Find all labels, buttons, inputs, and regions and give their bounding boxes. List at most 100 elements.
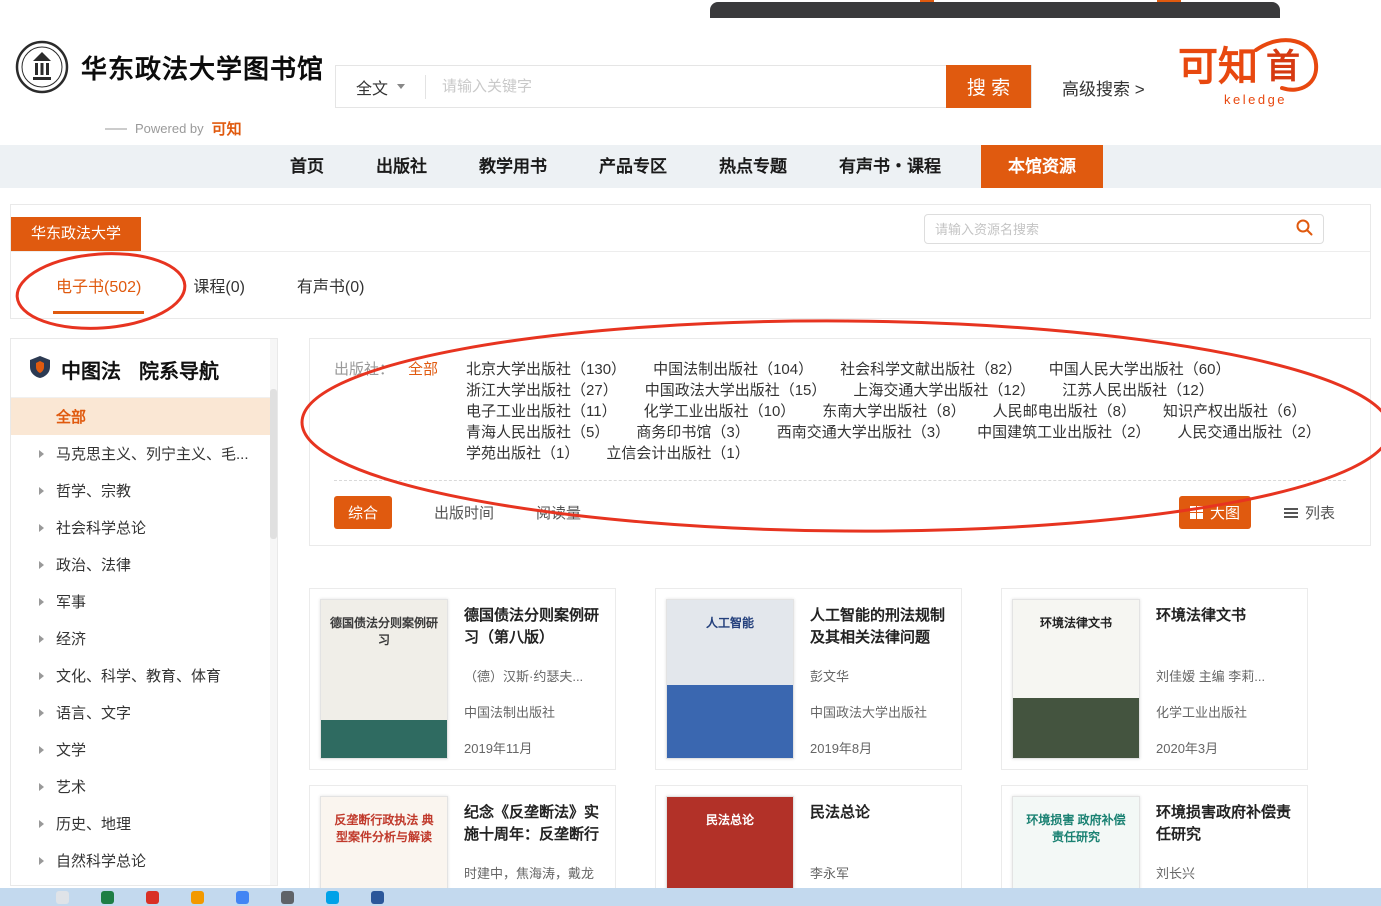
- book-cover: 德国债法分则案例研习: [320, 599, 448, 759]
- main-search-input[interactable]: [426, 66, 946, 107]
- publisher-filter-link[interactable]: 浙江大学出版社（27）: [466, 380, 618, 401]
- sidebar-tab-clc[interactable]: 中图法: [61, 355, 121, 384]
- sort-option[interactable]: 出版时间: [434, 496, 494, 529]
- publisher-filter-link[interactable]: 青海人民出版社（5）: [466, 422, 609, 443]
- book-grid: 德国债法分则案例研习 德国债法分则案例研习（第八版） （德）汉斯·约瑟夫... …: [309, 588, 1371, 906]
- sort-option[interactable]: 综合: [334, 496, 392, 529]
- caret-right-icon: [39, 857, 44, 865]
- book-cover-title: 人工智能: [667, 600, 793, 632]
- publisher-filter-link[interactable]: 知识产权出版社（6）: [1163, 401, 1306, 422]
- taskbar-app-icon[interactable]: [371, 891, 384, 904]
- sidebar-tab-departments[interactable]: 院系导航: [139, 355, 219, 384]
- advanced-search-link[interactable]: 高级搜索 >: [1062, 75, 1145, 100]
- resource-search-input[interactable]: [935, 222, 1295, 237]
- publisher-filter-link[interactable]: 人民交通出版社（2）: [1177, 422, 1320, 443]
- category-item[interactable]: 哲学、宗教: [11, 472, 277, 509]
- book-date: 2019年8月: [810, 738, 951, 757]
- search-icon[interactable]: [1295, 218, 1313, 241]
- sidebar-header: 中图法 院系导航: [11, 339, 277, 398]
- resource-type-tab[interactable]: 课程(0): [193, 273, 245, 297]
- taskbar-app-icon[interactable]: [101, 891, 114, 904]
- publisher-filter-link[interactable]: 社会科学文献出版社（82）: [840, 359, 1022, 380]
- sidebar-scrollbar-thumb[interactable]: [270, 389, 277, 539]
- view-list-button[interactable]: 列表: [1273, 496, 1346, 529]
- taskbar-app-icon[interactable]: [236, 891, 249, 904]
- taskbar-app-icon[interactable]: [326, 891, 339, 904]
- taskbar-app-icon[interactable]: [56, 891, 69, 904]
- category-item[interactable]: 艺术: [11, 768, 277, 805]
- book-cover-art: [1013, 698, 1139, 758]
- category-item[interactable]: 数理科学和化学: [11, 879, 277, 886]
- publisher-filter-link[interactable]: 人民邮电出版社（8）: [993, 401, 1136, 422]
- category-item-label: 社会科学总论: [56, 517, 146, 538]
- publisher-filter-link[interactable]: 中国人民大学出版社（60）: [1049, 359, 1231, 380]
- publisher-filter-link[interactable]: 上海交通大学出版社（12）: [853, 380, 1035, 401]
- taskbar-app-icon[interactable]: [191, 891, 204, 904]
- main-search-box: 全文 搜 索: [335, 65, 1032, 108]
- keledge-brand-logo: 可知 首 keledge: [1178, 34, 1320, 117]
- os-taskbar: [0, 888, 1381, 906]
- book-cover-title: 民法总论: [667, 797, 793, 829]
- sidebar-scrollbar[interactable]: [270, 339, 277, 885]
- book-cover-title: 反垄断行政执法 典型案件分析与解读: [321, 797, 447, 846]
- nav-item[interactable]: 有声书・课程: [827, 145, 953, 188]
- publisher-filter-link[interactable]: 化学工业出版社（10）: [644, 401, 796, 422]
- caret-right-icon: [39, 709, 44, 717]
- publisher-filter-link[interactable]: 江苏人民出版社（12）: [1062, 380, 1214, 401]
- resource-type-tab[interactable]: 有声书(0): [297, 273, 365, 297]
- category-item-label: 文学: [56, 739, 86, 760]
- category-item[interactable]: 军事: [11, 583, 277, 620]
- caret-right-icon: [39, 672, 44, 680]
- publisher-filter-link[interactable]: 东南大学出版社（8）: [822, 401, 965, 422]
- resource-type-tab[interactable]: 电子书(502): [56, 273, 141, 297]
- publisher-filter-link[interactable]: 学苑出版社（1）: [466, 443, 579, 464]
- keledge-logo-text: 可知: [1178, 45, 1258, 89]
- book-card[interactable]: 德国债法分则案例研习 德国债法分则案例研习（第八版） （德）汉斯·约瑟夫... …: [309, 588, 616, 770]
- category-item[interactable]: 文学: [11, 731, 277, 768]
- publisher-filter-link[interactable]: 中国建筑工业出版社（2）: [977, 422, 1150, 443]
- category-item[interactable]: 语言、文字: [11, 694, 277, 731]
- category-item[interactable]: 自然科学总论: [11, 842, 277, 879]
- book-cover-title: 环境法律文书: [1013, 600, 1139, 632]
- category-item[interactable]: 马克思主义、列宁主义、毛...: [11, 435, 277, 472]
- view-big-button[interactable]: 大图: [1179, 496, 1251, 529]
- book-title: 环境法律文书: [1156, 605, 1297, 649]
- nav-item[interactable]: 首页: [278, 145, 336, 188]
- publisher-filter-link[interactable]: 中国政法大学出版社（15）: [645, 380, 827, 401]
- publisher-filter-link[interactable]: 北京大学出版社（130）: [466, 359, 626, 380]
- nav-item[interactable]: 产品专区: [587, 145, 679, 188]
- taskbar-window-preview[interactable]: [710, 2, 1280, 18]
- publisher-filter-link[interactable]: 电子工业出版社（11）: [466, 401, 617, 422]
- nav-item[interactable]: 本馆资源: [981, 145, 1103, 188]
- search-button[interactable]: 搜 索: [946, 65, 1031, 108]
- sort-option[interactable]: 阅读量: [536, 496, 581, 529]
- taskbar-app-icon[interactable]: [146, 891, 159, 904]
- category-item[interactable]: 历史、地理: [11, 805, 277, 842]
- publisher-filter-link[interactable]: 商务印书馆（3）: [636, 422, 749, 443]
- university-tab[interactable]: 华东政法大学: [11, 217, 141, 251]
- category-item[interactable]: 文化、科学、教育、体育: [11, 657, 277, 694]
- category-item-label: 全部: [56, 406, 86, 427]
- taskbar-app-icon[interactable]: [281, 891, 294, 904]
- book-cover-title: 德国债法分则案例研习: [321, 600, 447, 649]
- category-item[interactable]: 政治、法律: [11, 546, 277, 583]
- publisher-filter-link[interactable]: 西南交通大学出版社（3）: [777, 422, 950, 443]
- nav-item[interactable]: 出版社: [364, 145, 439, 188]
- publisher-filter-link[interactable]: 中国法制出版社（104）: [653, 359, 813, 380]
- resource-search-box: [924, 214, 1324, 244]
- search-scope-select[interactable]: 全文: [336, 75, 426, 99]
- category-item[interactable]: 全部: [11, 398, 277, 435]
- publisher-filter-all[interactable]: 全部: [408, 359, 438, 464]
- book-card[interactable]: 人工智能 人工智能的刑法规制及其相关法律问题 彭文华 中国政法大学出版社 201…: [655, 588, 962, 770]
- caret-right-icon: [39, 783, 44, 791]
- nav-item[interactable]: 热点专题: [707, 145, 799, 188]
- book-card[interactable]: 环境法律文书 环境法律文书 刘佳嫒 主编 李莉... 化学工业出版社 2020年…: [1001, 588, 1308, 770]
- content-area: 中图法 院系导航 全部 马克思主义、列宁主义、毛... 哲学、宗教: [10, 338, 1371, 906]
- category-item[interactable]: 社会科学总论: [11, 509, 277, 546]
- publisher-filter-link[interactable]: 立信会计出版社（1）: [606, 443, 749, 464]
- nav-item[interactable]: 教学用书: [467, 145, 559, 188]
- category-item[interactable]: 经济: [11, 620, 277, 657]
- book-cover-title: 环境损害 政府补偿责任研究: [1013, 797, 1139, 846]
- view-options: 大图 列表: [1179, 496, 1346, 529]
- book-title: 民法总论: [810, 802, 951, 846]
